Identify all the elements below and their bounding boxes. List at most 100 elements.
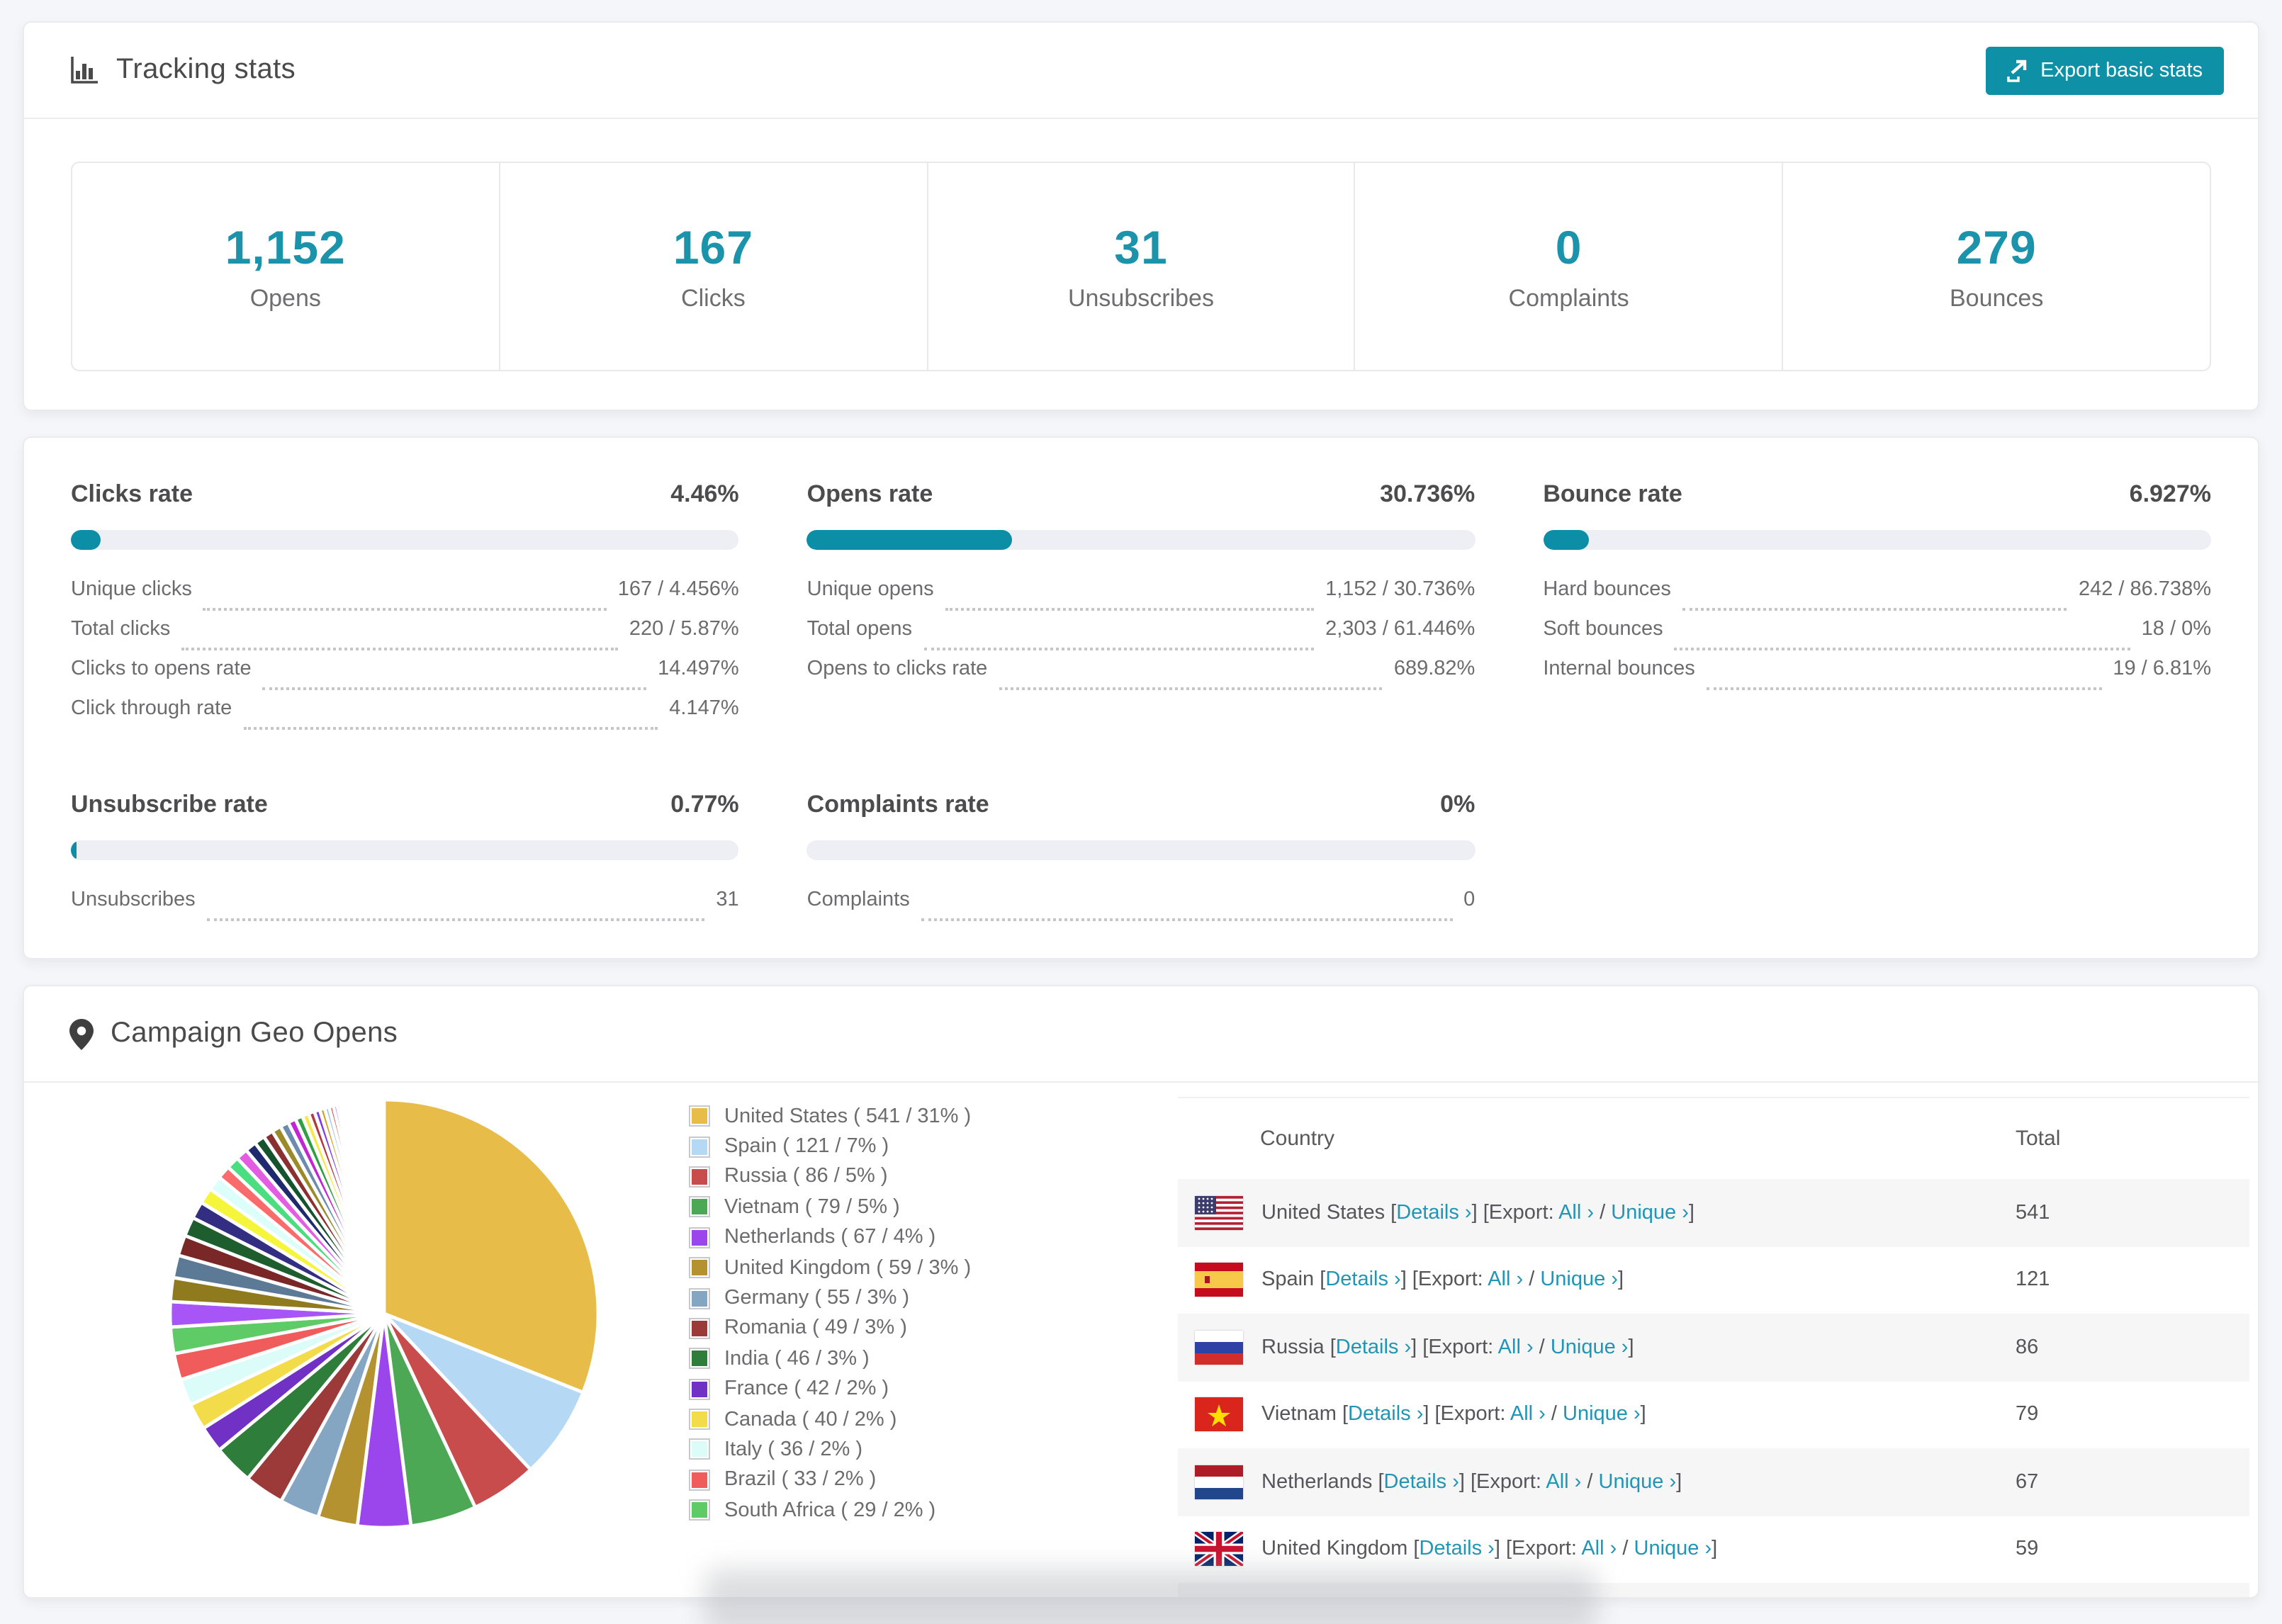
export-unique-link[interactable]: Unique ›	[1563, 1404, 1641, 1426]
rate-row-value: 4.147%	[669, 697, 739, 720]
export-unique-link[interactable]: Unique ›	[1551, 1336, 1629, 1359]
complaints-rate-head: Complaints rate 0%	[807, 791, 1476, 819]
rate-row-label: Unique opens	[806, 578, 934, 601]
legend-item-germany: Germany ( 55 / 3% )	[689, 1283, 971, 1314]
legend-item-united-kingdom: United Kingdom ( 59 / 3% )	[689, 1253, 971, 1283]
rate-row-label: Clicks to opens rate	[71, 658, 252, 680]
export-all-link[interactable]: All ›	[1581, 1538, 1617, 1561]
legend-item-canada: Canada ( 40 / 2% )	[689, 1404, 971, 1435]
export-all-link[interactable]: All ›	[1510, 1404, 1546, 1426]
geo-table: Country Total United States [Details ›] …	[1178, 1097, 2249, 1597]
rate-row: Opens to clicks rate 689.82%	[806, 658, 1475, 697]
export-unique-link[interactable]: Unique ›	[1634, 1538, 1712, 1561]
legend-item-south-africa: South Africa ( 29 / 2% )	[689, 1495, 971, 1526]
rate-row: Total clicks 220 / 5.87%	[71, 618, 739, 658]
opens-rate-progress-fill	[806, 530, 1013, 550]
unsubscribe-rate-progress-fill	[71, 840, 77, 860]
opens-rate-value: 30.736%	[1380, 480, 1476, 507]
country-links: United Kingdom [Details ›] [Export: All …	[1261, 1538, 1718, 1561]
stat-value: 279	[1956, 220, 2037, 273]
country-links: Vietnam [Details ›] [Export: All › / Uni…	[1261, 1403, 1646, 1426]
legend-swatch	[689, 1227, 710, 1248]
details-link[interactable]: Details ›	[1325, 1269, 1400, 1292]
legend-item-italy: Italy ( 36 / 2% )	[689, 1435, 971, 1465]
geo-table-row-vn: Vietnam [Details ›] [Export: All › / Uni…	[1178, 1381, 2249, 1448]
rate-row-value: 31	[716, 889, 739, 911]
rate-row-label: Internal bounces	[1543, 658, 1695, 680]
legend-swatch	[689, 1469, 710, 1491]
column-header-country: Country	[1260, 1127, 1335, 1151]
legend-swatch	[689, 1348, 710, 1370]
legend-label: Vietnam ( 79 / 5% )	[724, 1195, 900, 1219]
legend-swatch	[689, 1438, 710, 1460]
tracking-stats-card: Tracking stats Export basic stats 1,152 O…	[23, 21, 2259, 411]
legend-swatch	[689, 1166, 710, 1188]
rate-row: Internal bounces 19 / 6.81%	[1543, 658, 2211, 697]
stat-value: 1,152	[225, 220, 346, 273]
export-icon	[2006, 59, 2026, 81]
geo-row-total: 59	[2016, 1538, 2039, 1561]
details-link[interactable]: Details ›	[1384, 1471, 1459, 1494]
stat-label: Opens	[249, 284, 321, 311]
dotted-leader	[206, 918, 705, 921]
vn-flag-icon	[1195, 1397, 1243, 1432]
export-unique-link[interactable]: Unique ›	[1599, 1471, 1677, 1494]
details-link[interactable]: Details ›	[1336, 1336, 1411, 1359]
country-links: Spain [Details ›] [Export: All › / Uniqu…	[1261, 1268, 1624, 1292]
details-link[interactable]: Details ›	[1348, 1404, 1423, 1426]
geo-table-row-es: Spain [Details ›] [Export: All › / Uniqu…	[1178, 1246, 2249, 1314]
export-unique-link[interactable]: Unique ›	[1611, 1202, 1689, 1224]
export-basic-stats-button[interactable]: Export basic stats	[1985, 46, 2224, 94]
geo-row-total: 86	[2016, 1336, 2039, 1359]
export-unique-link[interactable]: Unique ›	[1540, 1269, 1618, 1292]
tracking-stats-header: Tracking stats Export basic stats	[24, 23, 2258, 119]
rate-row-value: 1,152 / 30.736%	[1325, 578, 1476, 601]
legend-swatch	[689, 1287, 710, 1309]
stat-label: Complaints	[1508, 284, 1629, 311]
export-all-link[interactable]: All ›	[1488, 1269, 1523, 1292]
rate-row: Unique clicks 167 / 4.456%	[71, 578, 739, 618]
rate-row: Complaints 0	[807, 889, 1475, 928]
rates-grid: Clicks rate 4.46% Unique clicks 167 / 4.456…	[71, 480, 2211, 928]
bounce-rate-progress-fill	[1543, 530, 1590, 550]
dotted-leader	[1706, 687, 2102, 690]
details-link[interactable]: Details ›	[1419, 1538, 1494, 1561]
export-all-link[interactable]: All ›	[1546, 1471, 1581, 1494]
export-all-link[interactable]: All ›	[1498, 1336, 1534, 1359]
stat-label: Unsubscribes	[1067, 284, 1214, 311]
rate-row-label: Opens to clicks rate	[806, 658, 988, 680]
legend-item-france: France ( 42 / 2% )	[689, 1374, 971, 1404]
legend-label: Brazil ( 33 / 2% )	[724, 1468, 877, 1492]
details-link[interactable]: Details ›	[1396, 1202, 1471, 1224]
country-links: Russia [Details ›] [Export: All › / Uniq…	[1261, 1336, 1634, 1359]
rate-row-label: Unsubscribes	[71, 889, 196, 911]
country-links: United States [Details ›] [Export: All ›…	[1261, 1201, 1694, 1224]
legend-label: Russia ( 86 / 5% )	[724, 1165, 888, 1188]
nl-flag-icon	[1195, 1465, 1243, 1499]
es-flag-icon	[1195, 1263, 1243, 1297]
unsubscribe-rate-rows: Unsubscribes 31	[71, 889, 739, 928]
opens-rate-rows: Unique opens 1,152 / 30.736% Total opens 2,…	[806, 578, 1476, 697]
stat-cell-complaints: 0 Complaints	[1356, 163, 1784, 370]
export-basic-stats-label: Export basic stats	[2040, 59, 2203, 81]
clicks-rate-progress-bar	[71, 530, 739, 550]
map-pin-icon	[69, 1018, 94, 1049]
legend-item-spain: Spain ( 121 / 7% )	[689, 1132, 971, 1162]
legend-label: Germany ( 55 / 3% )	[724, 1287, 910, 1310]
dotted-leader	[1674, 648, 2130, 650]
rate-row: Total opens 2,303 / 61.446%	[807, 618, 1475, 658]
bounce-rate-block: Bounce rate 6.927% Hard bounces 242 / 86.73…	[1543, 480, 2211, 737]
stat-cell-bounces: 279 Bounces	[1783, 163, 2210, 370]
export-all-link[interactable]: All ›	[1558, 1202, 1594, 1224]
geo-row-total: 79	[2016, 1403, 2039, 1426]
complaints-rate-block: Complaints rate 0% Complaints 0	[806, 791, 1476, 928]
legend-swatch	[689, 1409, 710, 1431]
rate-row: Click through rate 4.147%	[71, 697, 739, 737]
geo-row-country-cell: United States [Details ›] [Export: All ›…	[1178, 1195, 2016, 1230]
complaints-rate-rows: Complaints 0	[807, 889, 1475, 928]
bounce-rate-head: Bounce rate 6.927%	[1543, 480, 2211, 509]
opens-rate-head: Opens rate 30.736%	[807, 480, 1476, 509]
geo-row-country-cell: Spain [Details ›] [Export: All › / Uniqu…	[1178, 1263, 2016, 1297]
legend-label: United Kingdom ( 59 / 3% )	[724, 1256, 972, 1280]
rate-row-value: 242 / 86.738%	[2078, 578, 2211, 601]
